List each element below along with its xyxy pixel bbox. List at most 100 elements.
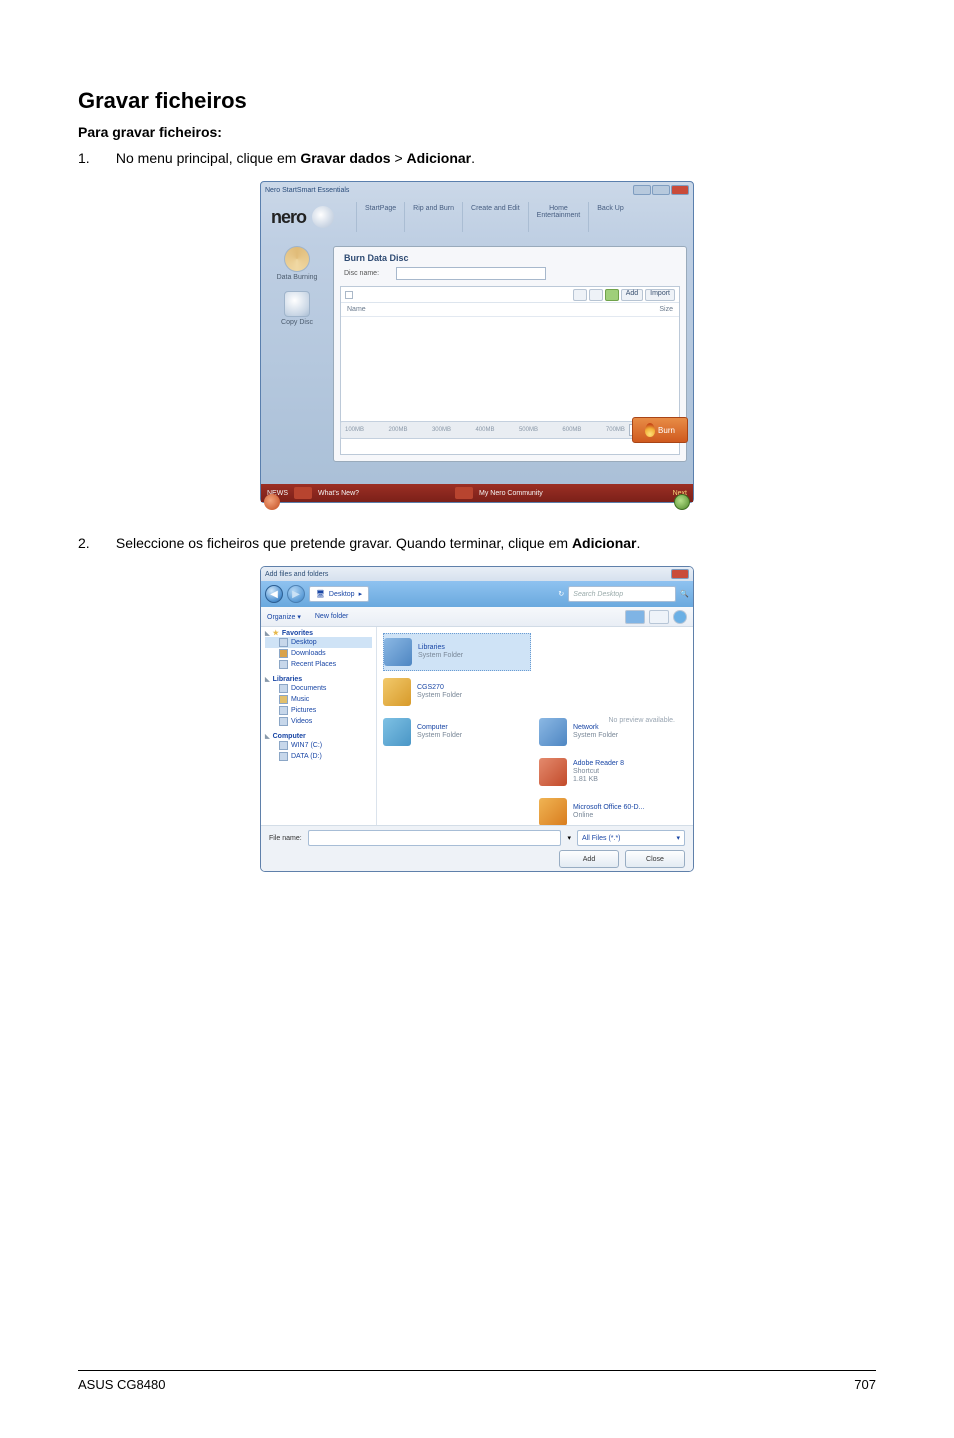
add-button-icon[interactable]: [605, 289, 619, 301]
status-community[interactable]: My Nero Community: [479, 490, 543, 497]
filename-dropdown-arrow[interactable]: ▾: [567, 834, 571, 842]
section-title: Gravar ficheiros: [78, 88, 876, 114]
ruler-tick: 400MB: [475, 427, 494, 433]
flame-icon: [645, 423, 655, 437]
nav-music[interactable]: Music: [265, 694, 372, 705]
music-icon: [279, 695, 288, 704]
refresh-icon[interactable]: ↻: [558, 590, 564, 598]
desktop-icon: 🖥: [316, 590, 325, 598]
add-button[interactable]: Add: [621, 289, 643, 301]
add-file-button[interactable]: Add: [559, 850, 619, 868]
tab-rip-burn[interactable]: Rip and Burn: [404, 202, 462, 232]
step-2-text-c: .: [637, 535, 641, 551]
tab-backup[interactable]: Back Up: [588, 202, 631, 232]
search-input[interactable]: Search Desktop: [568, 586, 676, 602]
copy-disc-icon: [284, 291, 310, 317]
view-mode-button[interactable]: [625, 610, 645, 624]
file-dialog-window: Add files and folders ◀ ▶ 🖥 Desktop ▸ ↻ …: [260, 566, 694, 872]
navigation-pane: ★Favorites Desktop Downloads Recent Plac…: [261, 627, 377, 825]
group-libraries[interactable]: Libraries: [265, 676, 372, 683]
pictures-icon: [279, 706, 288, 715]
organize-menu[interactable]: Organize ▾: [267, 613, 301, 621]
ruler-tick: 500MB: [519, 427, 538, 433]
nav-downloads[interactable]: Downloads: [265, 648, 372, 659]
sidebar-label-burn: Data Burning: [277, 274, 318, 281]
burn-button[interactable]: Burn: [632, 417, 688, 443]
column-name[interactable]: Name: [347, 306, 366, 313]
videos-icon: [279, 717, 288, 726]
step-1-text-a: No menu principal, clique em: [116, 150, 300, 166]
file-filter-dropdown[interactable]: All Files (*.*)▾: [577, 830, 685, 846]
minimize-button[interactable]: [633, 185, 651, 195]
view-list-button[interactable]: [573, 289, 587, 301]
nav-desktop[interactable]: Desktop: [265, 637, 372, 648]
ruler-tick: 700MB: [606, 427, 625, 433]
filename-label: File name:: [269, 835, 302, 842]
nero-window: Nero StartSmart Essentials nero StartPag…: [260, 181, 694, 503]
help-icon[interactable]: [673, 610, 687, 624]
ruler-tick: 300MB: [432, 427, 451, 433]
desktop-icon: [279, 638, 288, 647]
section-subhead: Para gravar ficheiros:: [78, 124, 876, 140]
maximize-button[interactable]: [652, 185, 670, 195]
tile-libraries[interactable]: LibrariesSystem Folder: [383, 633, 531, 671]
community-icon[interactable]: [455, 487, 473, 499]
search-icon[interactable]: 🔍: [680, 590, 689, 598]
preview-pane-button[interactable]: [649, 610, 669, 624]
burn-button-label: Burn: [658, 426, 675, 435]
nav-forward-button[interactable]: ▶: [287, 585, 305, 603]
import-button[interactable]: Import: [645, 289, 675, 301]
news-feed-icon[interactable]: [294, 487, 312, 499]
footer-page-number: 707: [854, 1377, 876, 1392]
nav-recent[interactable]: Recent Places: [265, 659, 372, 670]
status-whats-new[interactable]: What's New?: [318, 490, 359, 497]
step-1: 1. No menu principal, clique em Gravar d…: [78, 148, 876, 169]
nav-videos[interactable]: Videos: [265, 716, 372, 727]
disc-name-input[interactable]: [396, 267, 546, 280]
recent-icon: [279, 660, 288, 669]
tile-cgs[interactable]: CGS270System Folder: [383, 673, 531, 711]
chevron-down-icon: ▾: [676, 834, 680, 842]
file-dialog-title: Add files and folders: [265, 571, 328, 578]
documents-icon: [279, 684, 288, 693]
step-1-number: 1.: [78, 148, 112, 169]
user-folder-icon: [383, 678, 411, 706]
tile-computer[interactable]: ComputerSystem Folder: [383, 713, 531, 751]
corner-right-icon: [674, 494, 690, 510]
step-2-bold: Adicionar: [572, 535, 637, 551]
downloads-icon: [279, 649, 288, 658]
sidebar-data-burning[interactable]: Data Burning: [277, 246, 318, 281]
file-list: LibrariesSystem Folder CGS270System Fold…: [377, 627, 693, 825]
tree-toggle-icon[interactable]: [345, 291, 353, 299]
new-folder-button[interactable]: New folder: [315, 613, 348, 620]
close-button[interactable]: [671, 185, 689, 195]
nav-drive-c[interactable]: WIN7 (C:): [265, 740, 372, 751]
column-size[interactable]: Size: [659, 306, 673, 313]
breadcrumb[interactable]: 🖥 Desktop ▸: [309, 586, 369, 602]
sidebar-label-copy: Copy Disc: [281, 319, 313, 326]
panel-title: Burn Data Disc: [344, 253, 676, 263]
ruler-tick: 600MB: [562, 427, 581, 433]
tab-home-entertainment[interactable]: HomeEntertainment: [528, 202, 589, 232]
sidebar-copy-disc[interactable]: Copy Disc: [281, 291, 313, 326]
close-dialog-button[interactable]: Close: [625, 850, 685, 868]
no-preview-text: No preview available.: [608, 717, 675, 724]
chevron-right-icon: ▸: [359, 590, 363, 598]
filename-input[interactable]: [308, 830, 562, 846]
tab-create-edit[interactable]: Create and Edit: [462, 202, 528, 232]
nav-pictures[interactable]: Pictures: [265, 705, 372, 716]
disc-icon: [284, 246, 310, 272]
nav-back-button[interactable]: ◀: [265, 585, 283, 603]
tile-adobe[interactable]: Adobe Reader 8Shortcut1.81 KB: [539, 753, 687, 791]
computer-icon: [383, 718, 411, 746]
nav-drive-d[interactable]: DATA (D:): [265, 751, 372, 762]
group-favorites[interactable]: ★Favorites: [265, 629, 372, 637]
nav-documents[interactable]: Documents: [265, 683, 372, 694]
capacity-ruler: 100MB200MB300MB400MB500MB600MB700MB Auto…: [340, 421, 680, 439]
dialog-close-button[interactable]: [671, 569, 689, 579]
tab-startpage[interactable]: StartPage: [356, 202, 404, 232]
view-detail-button[interactable]: [589, 289, 603, 301]
step-2: 2. Seleccione os ficheiros que pretende …: [78, 533, 876, 554]
step-2-text-a: Seleccione os ficheiros que pretende gra…: [116, 535, 572, 551]
group-computer[interactable]: Computer: [265, 733, 372, 740]
